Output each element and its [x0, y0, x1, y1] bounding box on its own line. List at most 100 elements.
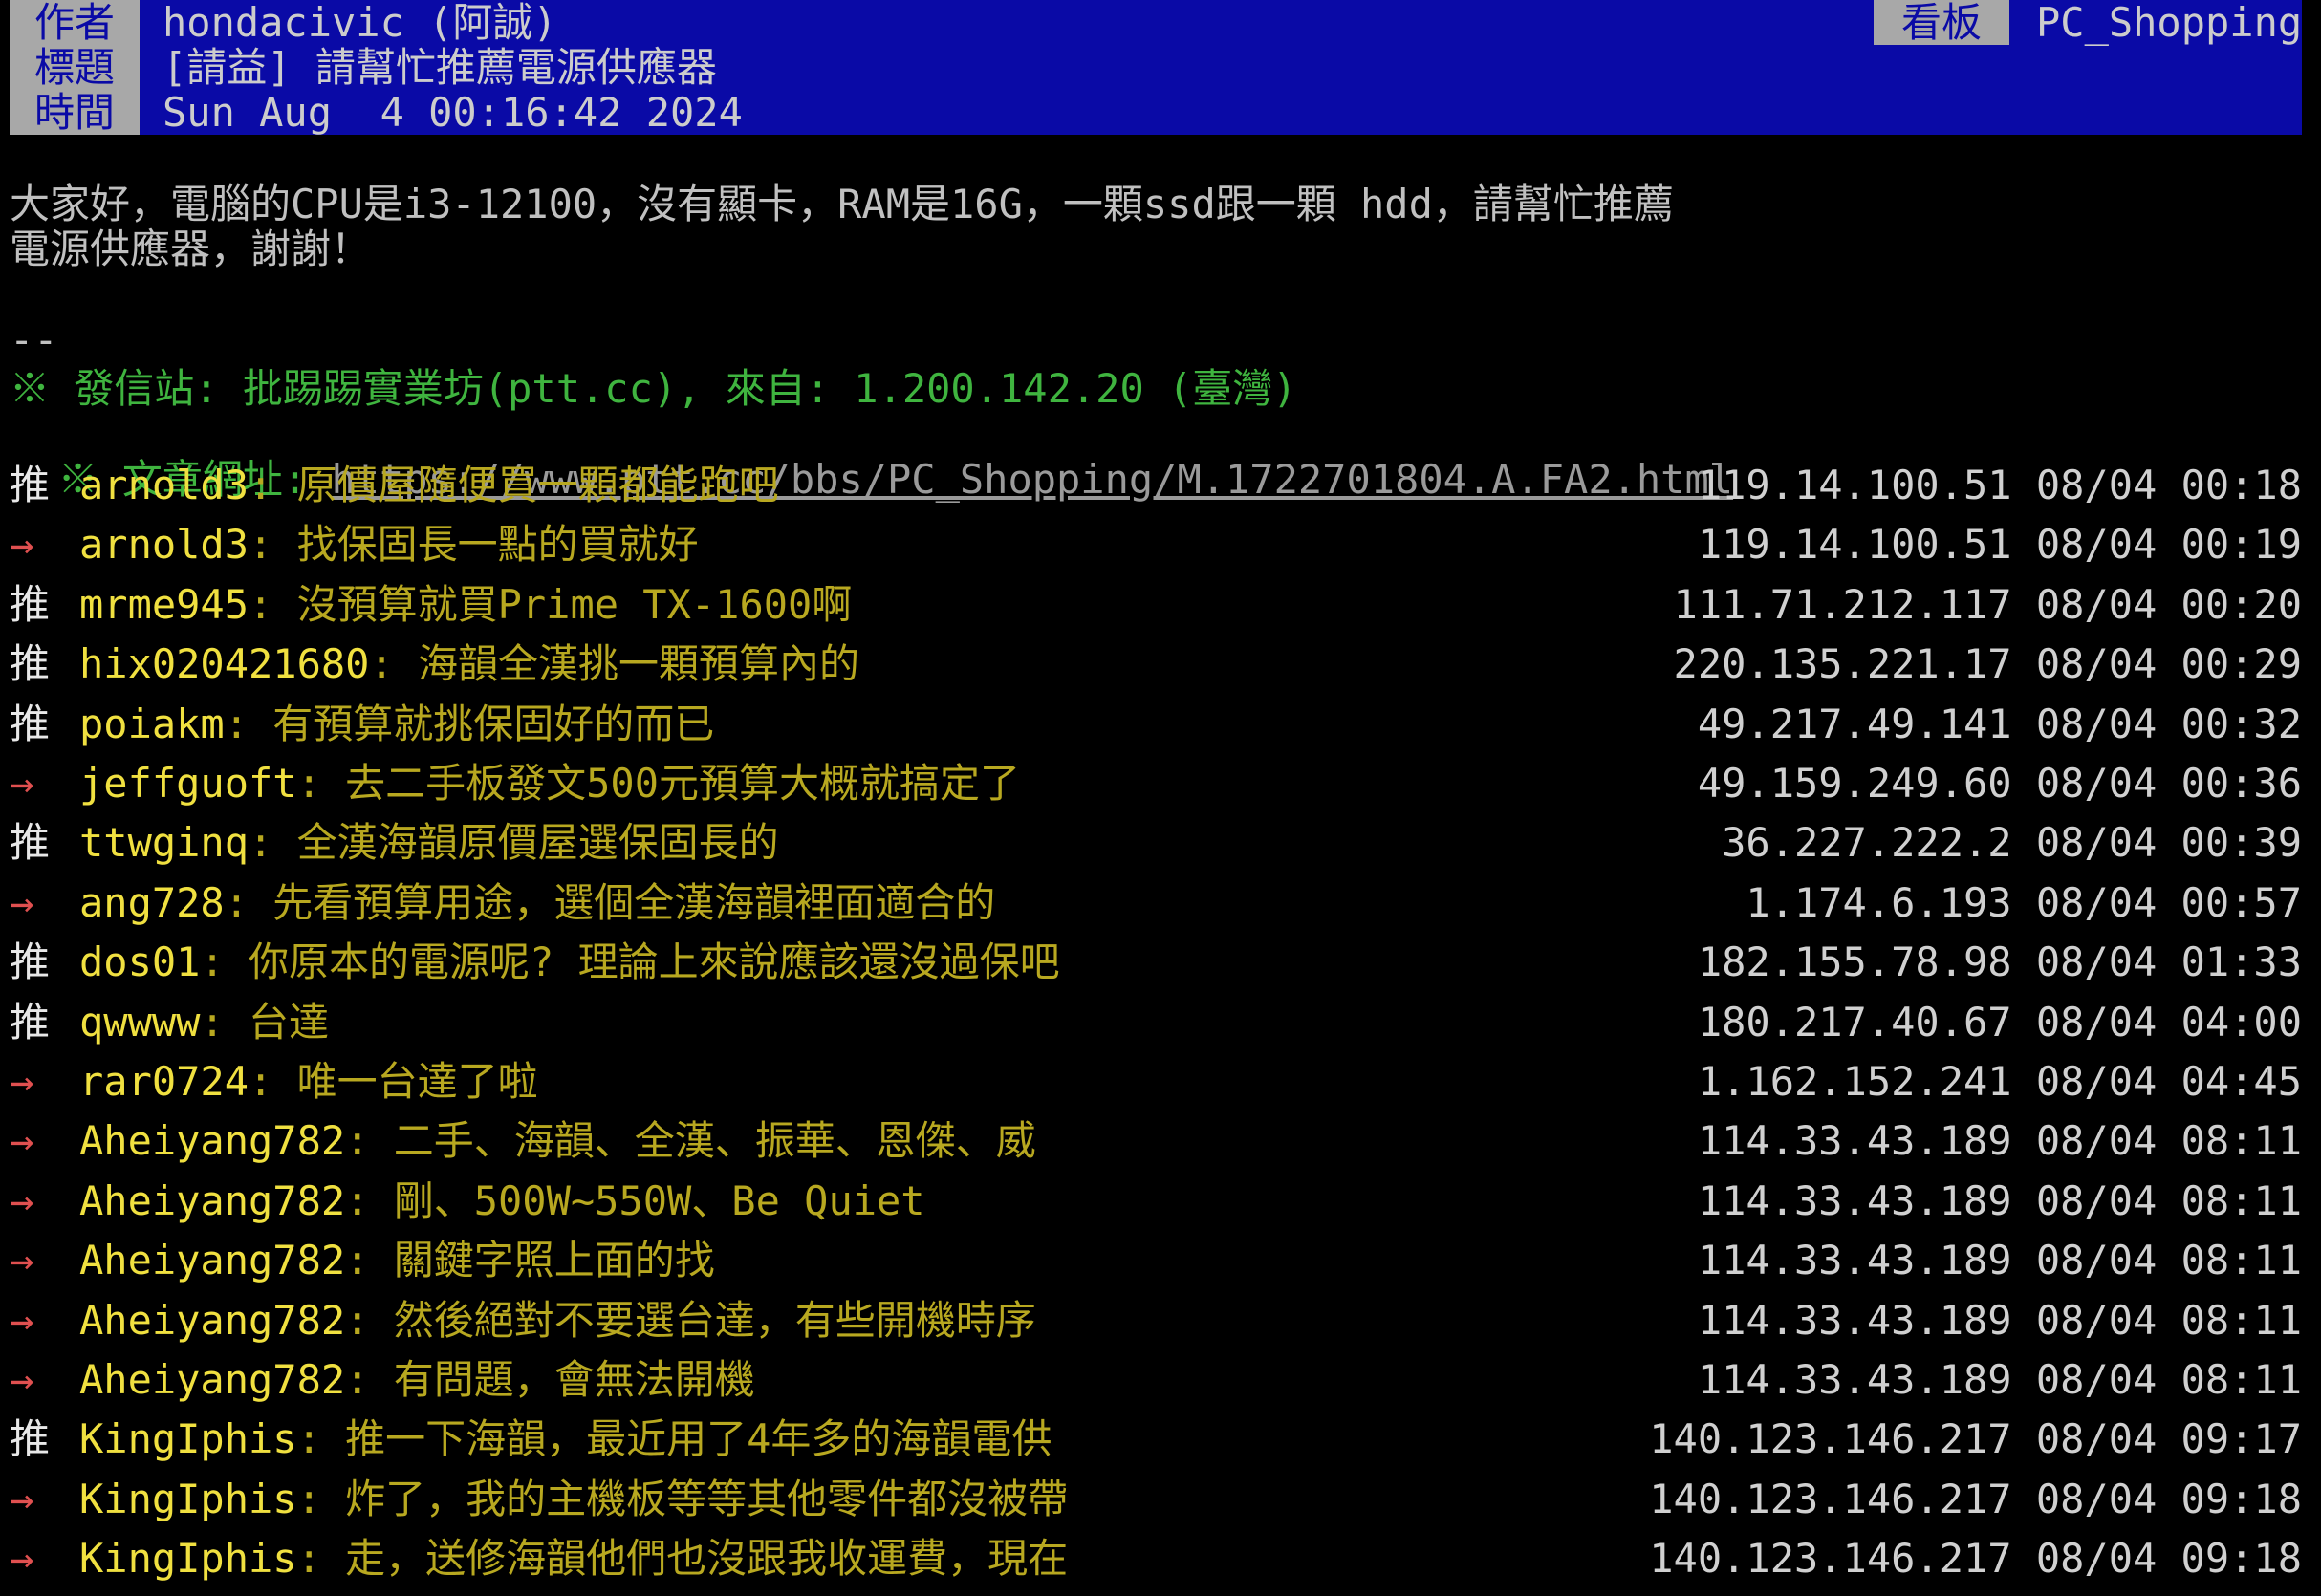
time-label: 時間 — [10, 90, 140, 135]
push-row: → Aheiyang782: 有問題，會無法開機 114.33.43.189 08/… — [10, 1355, 2302, 1405]
body-line-2: 電源供應器，謝謝！ — [10, 226, 372, 272]
article-title: [請益] 請幫忙推薦電源供應器 — [163, 44, 717, 91]
push-ip-time: 220.135.221.17 08/04 00:29 — [1673, 640, 2302, 688]
push-user[interactable]: Aheiyang782: 然後絕對不要選台達，有些開機時序 — [79, 1296, 1036, 1346]
push-row: → jeffguoft: 去二手板發文500元預算大概就搞定了 49.159.249… — [10, 759, 2302, 809]
body-line-1: 大家好，電腦的CPU是i3-12100，沒有顯卡，RAM是16G，一顆ssd跟一… — [10, 181, 1674, 227]
push-content: : 炸了，我的主機板等等其他零件都沒被帶 — [296, 1475, 1069, 1522]
push-content: : 關鍵字照上面的找 — [345, 1237, 715, 1284]
push-user[interactable]: hix020421680: 海韻全漢挑一顆預算內的 — [79, 639, 859, 689]
arrow-tag: → — [10, 1058, 34, 1105]
push-content: : 先看預算用途，選個全漢海韻裡面適合的 — [224, 878, 996, 926]
push-row: 推 arnold3: 原價屋隨便買一顆都能跑吧 119.14.100.51 08/0… — [10, 461, 2302, 510]
push-row: → Aheiyang782: 然後絕對不要選台達，有些開機時序 114.33.43.… — [10, 1296, 2302, 1346]
push-ip-time: 114.33.43.189 08/04 08:11 — [1697, 1356, 2302, 1403]
push-ip-time: 140.123.146.217 08/04 09:18 — [1649, 1475, 2302, 1522]
push-ip-time: 182.155.78.98 08/04 01:33 — [1697, 938, 2302, 986]
push-ip-time: 140.123.146.217 08/04 09:17 — [1649, 1415, 2302, 1463]
push-ip-time: 180.217.40.67 08/04 04:00 — [1697, 998, 2302, 1046]
push-row: → arnold3: 找保固長一點的買就好 119.14.100.51 08/04 … — [10, 520, 2302, 570]
push-user[interactable]: arnold3: 原價屋隨便買一顆都能跑吧 — [79, 461, 779, 510]
push-tag: 推 — [10, 640, 51, 688]
push-content: : 剛、500W~550W、Be Quiet — [345, 1176, 925, 1224]
push-ip-time: 49.159.249.60 08/04 00:36 — [1697, 760, 2302, 807]
push-ip-time: 114.33.43.189 08/04 08:11 — [1697, 1296, 2302, 1344]
arrow-tag: → — [10, 1475, 34, 1522]
arrow-tag: → — [10, 760, 34, 807]
push-content: : 沒預算就買Prime TX-1600啊 — [249, 580, 853, 628]
push-content: : 然後絕對不要選台達，有些開機時序 — [345, 1296, 1036, 1344]
push-user[interactable]: Aheiyang782: 二手、海韻、全漢、振華、恩傑、威 — [79, 1116, 1036, 1166]
arrow-tag: → — [10, 1296, 34, 1344]
push-user[interactable]: mrme945: 沒預算就買Prime TX-1600啊 — [79, 580, 852, 630]
time-row: 時間 Sun Aug 4 00:16:42 2024 — [10, 90, 2302, 135]
push-row: → Aheiyang782: 關鍵字照上面的找 114.33.43.189 08/0… — [10, 1236, 2302, 1285]
arrow-tag: → — [10, 1176, 34, 1224]
push-user[interactable]: qwwww: 台達 — [79, 998, 329, 1047]
push-user[interactable]: Aheiyang782: 有問題，會無法開機 — [79, 1355, 755, 1405]
push-row: 推 hix020421680: 海韻全漢挑一顆預算內的 220.135.221.17… — [10, 639, 2302, 689]
push-tag: 推 — [10, 700, 51, 747]
push-ip-time: 114.33.43.189 08/04 08:11 — [1697, 1237, 2302, 1284]
push-row: → rar0724: 唯一台達了啦 1.162.152.241 08/04 04:4… — [10, 1057, 2302, 1107]
push-content: : 台達 — [200, 998, 330, 1046]
push-ip-time: 36.227.222.2 08/04 00:39 — [1722, 819, 2302, 867]
push-user[interactable]: dos01: 你原本的電源呢? 理論上來說應該還沒過保吧 — [79, 938, 1060, 987]
title-label: 標題 — [10, 45, 140, 90]
push-user[interactable]: rar0724: 唯一台達了啦 — [79, 1057, 538, 1107]
push-content: : 唯一台達了啦 — [249, 1058, 538, 1105]
push-content: : 原價屋隨便買一顆都能跑吧 — [249, 462, 779, 508]
author-value[interactable]: hondacivic (阿誠) — [163, 0, 557, 45]
push-user[interactable]: KingIphis: 推一下海韻，最近用了4年多的海韻電供 — [79, 1414, 1052, 1464]
push-user[interactable]: arnold3: 找保固長一點的買就好 — [79, 520, 699, 570]
push-row: 推 KingIphis: 推一下海韻，最近用了4年多的海韻電供 140.123.14… — [10, 1414, 2302, 1464]
push-ip-time: 119.14.100.51 08/04 00:18 — [1697, 462, 2302, 508]
push-ip-time: 114.33.43.189 08/04 08:11 — [1697, 1176, 2302, 1224]
push-ip-time: 1.174.6.193 08/04 00:57 — [1746, 878, 2302, 926]
title-row: 標題 [請益] 請幫忙推薦電源供應器 — [10, 45, 2302, 90]
board-label: 看板 — [1874, 0, 2009, 45]
push-user[interactable]: ttwginq: 全漢海韻原價屋選保固長的 — [79, 818, 779, 868]
push-row: 推 qwwww: 台達 180.217.40.67 08/04 04:00 — [10, 998, 2302, 1047]
arrow-tag: → — [10, 521, 34, 569]
push-row: → Aheiyang782: 剛、500W~550W、Be Quiet 114.33… — [10, 1176, 2302, 1226]
push-content: : 海韻全漢挑一顆預算內的 — [369, 640, 860, 688]
article-header: 作者 hondacivic (阿誠) 看板 PC_Shopping 標題 [請益… — [10, 0, 2302, 135]
push-row: → KingIphis: 走，送修海韻他們也沒跟我收運費，現在 140.123.14… — [10, 1534, 2302, 1584]
author-label: 作者 — [10, 0, 140, 45]
push-tag: 推 — [10, 462, 51, 508]
push-tag: 推 — [10, 938, 51, 986]
arrow-tag: → — [10, 1356, 34, 1403]
push-content: : 有問題，會無法開機 — [345, 1356, 755, 1403]
push-user[interactable]: KingIphis: 炸了，我的主機板等等其他零件都沒被帶 — [79, 1475, 1068, 1524]
push-user[interactable]: Aheiyang782: 剛、500W~550W、Be Quiet — [79, 1176, 925, 1226]
push-user[interactable]: jeffguoft: 去二手板發文500元預算大概就搞定了 — [79, 759, 1020, 809]
push-ip-time: 140.123.146.217 08/04 09:18 — [1649, 1535, 2302, 1583]
push-user[interactable]: poiakm: 有預算就挑保固好的而已 — [79, 700, 714, 749]
push-ip-time: 114.33.43.189 08/04 08:11 — [1697, 1117, 2302, 1165]
push-content: : 走，送修海韻他們也沒跟我收運費，現在 — [296, 1535, 1069, 1583]
push-tag: 推 — [10, 819, 51, 867]
push-user[interactable]: KingIphis: 走，送修海韻他們也沒跟我收運費，現在 — [79, 1534, 1068, 1584]
push-row: → Aheiyang782: 二手、海韻、全漢、振華、恩傑、威 114.33.43.… — [10, 1116, 2302, 1166]
board-name[interactable]: PC_Shopping — [2036, 0, 2302, 45]
push-row: 推 dos01: 你原本的電源呢? 理論上來說應該還沒過保吧 182.155.78.… — [10, 938, 2302, 987]
push-user[interactable]: Aheiyang782: 關鍵字照上面的找 — [79, 1236, 715, 1285]
push-tag: 推 — [10, 1415, 51, 1463]
push-tag: 推 — [10, 998, 51, 1046]
push-ip-time: 119.14.100.51 08/04 00:19 — [1697, 521, 2302, 569]
push-content: : 去二手板發文500元預算大概就搞定了 — [296, 760, 1021, 807]
post-time: Sun Aug 4 00:16:42 2024 — [163, 89, 743, 136]
push-ip-time: 1.162.152.241 08/04 04:45 — [1697, 1058, 2302, 1105]
post-origin: ※ 發信站: 批踢踢實業坊(ptt.cc), 來自: 1.200.142.20 … — [10, 365, 1297, 412]
push-content: : 你原本的電源呢? 理論上來說應該還沒過保吧 — [200, 938, 1060, 986]
arrow-tag: → — [10, 1237, 34, 1284]
push-user[interactable]: ang728: 先看預算用途，選個全漢海韻裡面適合的 — [79, 878, 995, 928]
push-row: → KingIphis: 炸了，我的主機板等等其他零件都沒被帶 140.123.14… — [10, 1475, 2302, 1524]
push-tag: 推 — [10, 580, 51, 628]
push-row: 推 poiakm: 有預算就挑保固好的而已 49.217.49.141 08/04 … — [10, 700, 2302, 749]
push-content: : 找保固長一點的買就好 — [249, 521, 699, 569]
arrow-tag: → — [10, 1117, 34, 1165]
push-content: : 有預算就挑保固好的而已 — [224, 700, 715, 747]
author-row: 作者 hondacivic (阿誠) 看板 PC_Shopping — [10, 0, 2302, 45]
